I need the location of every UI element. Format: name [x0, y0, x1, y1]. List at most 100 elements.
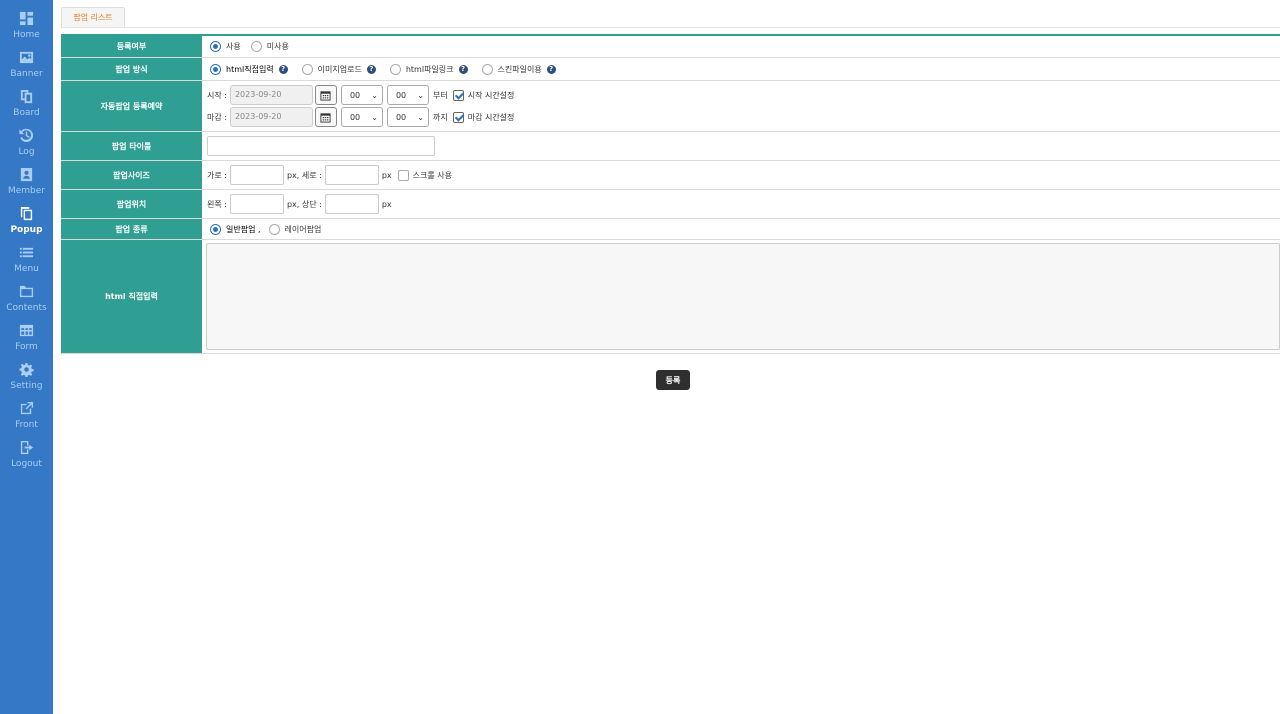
- register-unused-radio[interactable]: [250, 41, 262, 52]
- nav-front-label: Front: [15, 420, 38, 430]
- sidebar: Home Banner Board Log Member Popup Menu …: [0, 0, 53, 714]
- end-hour-select[interactable]: 00 ⌄: [340, 107, 383, 127]
- nav-contents[interactable]: Contents: [0, 284, 53, 320]
- schedule-fields: 시작 : 2023-09-20 00 ⌄ 00 ⌄ 부터 시작 시간설정 마감 : …: [203, 81, 1280, 131]
- popup-form: 등록여부 사용 미사용 팝업 방식 html직접입력 ? 이미지업로드 ? ht…: [61, 34, 1280, 354]
- nav-banner[interactable]: Banner: [0, 50, 53, 86]
- nav-log[interactable]: Log: [0, 128, 53, 164]
- size-px1: px, 세로 :: [286, 170, 322, 180]
- nav-popup-label: Popup: [10, 225, 43, 235]
- help-icon[interactable]: ?: [546, 64, 556, 74]
- help-icon[interactable]: ?: [366, 64, 376, 74]
- method-image-label: 이미지업로드: [317, 64, 362, 74]
- start-date-input[interactable]: 2023-09-20: [229, 85, 313, 105]
- register-label: 등록여부: [61, 36, 202, 57]
- html-textarea[interactable]: [206, 243, 1280, 350]
- start-hour-select[interactable]: 00 ⌄: [340, 85, 383, 105]
- end-minute-select[interactable]: 00 ⌄: [386, 107, 429, 127]
- nav-logout[interactable]: Logout: [0, 440, 53, 476]
- end-suffix: 까지: [432, 112, 448, 122]
- tab-popup-list[interactable]: 팝업 리스트: [61, 7, 125, 27]
- end-calendar-button[interactable]: [314, 107, 337, 127]
- position-left-input[interactable]: [229, 194, 284, 214]
- scroll-label: 스크롤 사용: [412, 170, 452, 180]
- nav-banner-label: Banner: [10, 69, 43, 79]
- table-icon: [19, 324, 34, 337]
- method-skin-radio[interactable]: [481, 63, 493, 75]
- position-top-input[interactable]: [324, 194, 379, 214]
- start-time-checkbox[interactable]: [452, 89, 464, 101]
- register-unused-label: 미사용: [266, 42, 289, 51]
- method-label: 팝업 방식: [61, 58, 202, 80]
- method-html-radio[interactable]: [210, 63, 221, 75]
- tab-divider: [61, 27, 1280, 28]
- nav-form-label: Form: [15, 342, 38, 352]
- size-height-input[interactable]: [324, 165, 379, 185]
- row-html: html 직접입력: [61, 240, 1280, 354]
- kind-layer-option[interactable]: 레이어팝업: [268, 223, 322, 235]
- kind-layer-radio[interactable]: [268, 223, 280, 235]
- copy-icon: [20, 206, 33, 221]
- method-skin-option[interactable]: 스킨파일이용 ?: [481, 63, 564, 75]
- method-options: html직접입력 ? 이미지업로드 ? html파일링크 ? 스킨파일이용 ?: [203, 58, 1280, 80]
- help-icon[interactable]: ?: [458, 64, 468, 74]
- title-input[interactable]: [207, 136, 435, 156]
- kind-layer-label: 레이어팝업: [284, 224, 322, 234]
- nav-home[interactable]: Home: [0, 11, 53, 47]
- method-filelink-option[interactable]: html파일링크 ?: [389, 63, 476, 75]
- register-unused-option[interactable]: 미사용: [250, 41, 289, 52]
- method-html-option[interactable]: html직접입력 ?: [210, 63, 296, 75]
- nav-member[interactable]: Member: [0, 167, 53, 203]
- size-label: 팝업사이즈: [61, 161, 202, 189]
- schedule-start-line: 시작 : 2023-09-20 00 ⌄ 00 ⌄ 부터 시작 시간설정: [207, 85, 514, 105]
- method-html-label: html직접입력: [226, 64, 274, 74]
- start-hour-value: 00: [349, 90, 361, 100]
- nav-popup[interactable]: Popup: [0, 206, 53, 242]
- nav-menu[interactable]: Menu: [0, 245, 53, 281]
- external-link-icon: [20, 401, 34, 415]
- schedule-end-line: 마감 : 2023-09-20 00 ⌄ 00 ⌄ 까지 마감 시간설정: [207, 107, 514, 127]
- end-time-label: 마감 시간설정: [467, 112, 515, 122]
- dashboard-icon: [19, 11, 34, 26]
- start-prefix: 시작 :: [207, 90, 227, 100]
- title-field-cell: [203, 132, 1280, 160]
- chevron-down-icon: ⌄: [371, 90, 378, 100]
- position-px1: px, 상단 :: [286, 199, 322, 209]
- row-size: 팝업사이즈 가로 : px, 세로 : px 스크롤 사용: [61, 161, 1280, 190]
- nav-logout-label: Logout: [11, 459, 42, 469]
- nav-contents-label: Contents: [6, 303, 47, 313]
- size-px2: px: [381, 170, 392, 180]
- nav-member-label: Member: [7, 186, 46, 196]
- register-use-option[interactable]: 사용: [210, 41, 241, 52]
- nav-setting-label: Setting: [10, 381, 43, 391]
- size-width-input[interactable]: [229, 165, 284, 185]
- method-filelink-label: html파일링크: [405, 64, 454, 74]
- nav-log-label: Log: [18, 147, 35, 157]
- kind-normal-option[interactable]: 일반팝업 ,: [210, 223, 261, 235]
- kind-options: 일반팝업 , 레이어팝업: [203, 219, 1280, 239]
- end-time-checkbox[interactable]: [452, 111, 464, 123]
- member-icon: [20, 167, 33, 182]
- row-register: 등록여부 사용 미사용: [61, 36, 1280, 58]
- end-date-input[interactable]: 2023-09-20: [229, 107, 313, 127]
- chevron-down-icon: ⌄: [417, 112, 424, 122]
- method-image-radio[interactable]: [301, 63, 313, 75]
- row-title: 팝업 타이틀: [61, 132, 1280, 161]
- nav-setting[interactable]: Setting: [0, 362, 53, 398]
- start-minute-value: 00: [395, 90, 407, 100]
- scroll-checkbox[interactable]: [397, 169, 409, 181]
- method-image-option[interactable]: 이미지업로드 ?: [301, 63, 384, 75]
- nav-form[interactable]: Form: [0, 323, 53, 359]
- help-icon[interactable]: ?: [278, 64, 288, 74]
- kind-normal-radio[interactable]: [210, 223, 221, 235]
- method-filelink-radio[interactable]: [389, 63, 401, 75]
- submit-button[interactable]: 등록: [656, 370, 690, 390]
- nav-board[interactable]: Board: [0, 89, 53, 125]
- nav-front[interactable]: Front: [0, 401, 53, 437]
- start-calendar-button[interactable]: [314, 85, 337, 105]
- chevron-down-icon: ⌄: [417, 90, 424, 100]
- position-px2: px: [381, 199, 392, 209]
- register-use-radio[interactable]: [210, 41, 221, 52]
- start-minute-select[interactable]: 00 ⌄: [386, 85, 429, 105]
- folder-icon: [19, 285, 34, 298]
